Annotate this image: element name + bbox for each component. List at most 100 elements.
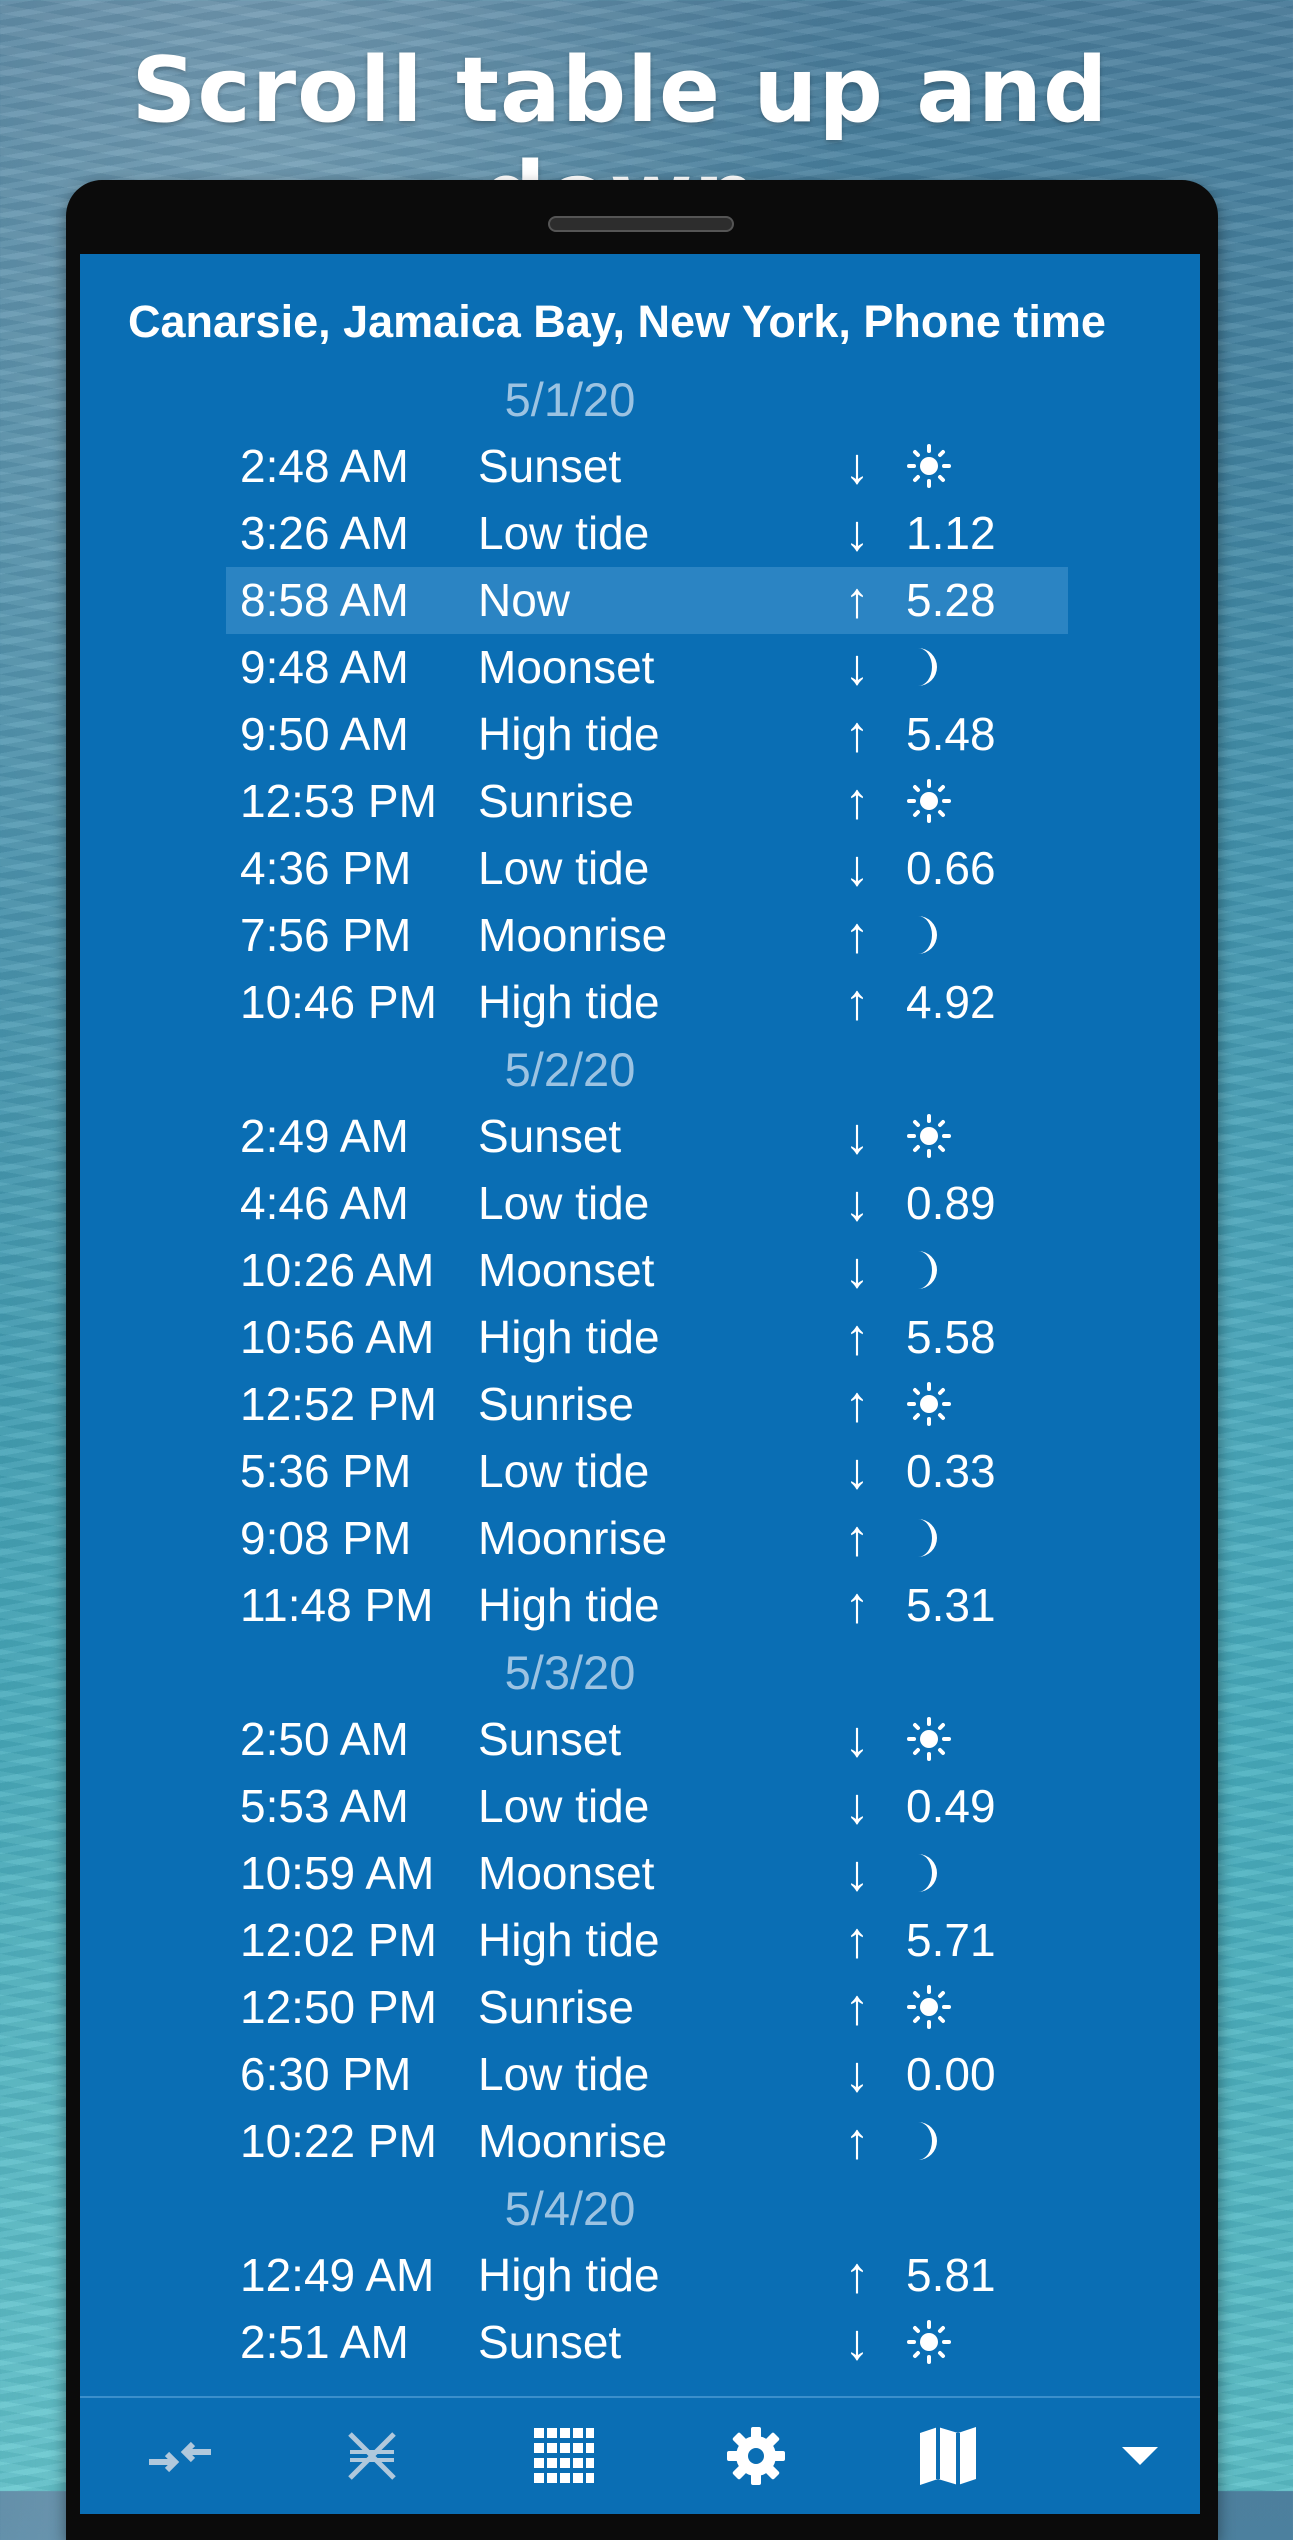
settings-button[interactable] xyxy=(696,2398,816,2514)
table-row[interactable]: 6:30 PM Low tide ↓ 0.00 xyxy=(80,2041,1200,2108)
tide-marker-button[interactable] xyxy=(312,2398,432,2514)
event-time: 4:36 PM xyxy=(240,842,412,894)
sun-icon xyxy=(907,2319,951,2364)
direction-arrow: ↑ xyxy=(844,2113,870,2169)
event-name: High tide xyxy=(478,2249,660,2301)
direction-arrow: ↑ xyxy=(844,1376,870,1432)
event-value xyxy=(906,2108,946,2175)
event-time: 10:22 PM xyxy=(240,2115,437,2167)
map-button[interactable] xyxy=(888,2398,1008,2514)
table-row[interactable]: 10:46 PM High tide ↑ 4.92 xyxy=(80,969,1200,1036)
direction-arrow: ↓ xyxy=(844,1242,870,1298)
event-name: Sunset xyxy=(478,1713,622,1765)
table-row-now[interactable]: 8:58 AM Now ↑ 5.28 xyxy=(80,567,1200,634)
table-row[interactable]: 2:49 AM Sunset ↓ xyxy=(80,1103,1200,1170)
grid-button[interactable] xyxy=(504,2398,624,2514)
event-value xyxy=(906,634,946,701)
event-time: 9:08 PM xyxy=(240,1512,412,1564)
direction-arrow: ↓ xyxy=(844,1175,870,1231)
event-time: 5:36 PM xyxy=(240,1445,412,1497)
event-name: Low tide xyxy=(478,842,650,894)
event-value: 0.66 xyxy=(906,842,996,894)
table-row[interactable]: 4:46 AM Low tide ↓ 0.89 xyxy=(80,1170,1200,1237)
table-row[interactable]: 10:59 AM Moonset ↓ xyxy=(80,1840,1200,1907)
direction-arrow: ↓ xyxy=(844,1108,870,1164)
direction-arrow: ↑ xyxy=(844,907,870,963)
event-value: 0.49 xyxy=(906,1780,996,1832)
table-row[interactable]: 4:36 PM Low tide ↓ 0.66 xyxy=(80,835,1200,902)
direction-arrow: ↓ xyxy=(844,1778,870,1834)
event-value xyxy=(906,1371,952,1438)
direction-arrow: ↑ xyxy=(844,1309,870,1365)
grid-icon xyxy=(534,2428,594,2483)
compress-button[interactable] xyxy=(120,2398,240,2514)
event-time: 10:46 PM xyxy=(240,976,437,1028)
table-row[interactable]: 3:26 AM Low tide ↓ 1.12 xyxy=(80,500,1200,567)
table-row[interactable]: 12:02 PM High tide ↑ 5.71 xyxy=(80,1907,1200,1974)
tide-marker-icon xyxy=(348,2432,396,2480)
sun-icon xyxy=(907,1113,951,1158)
event-value xyxy=(906,768,952,835)
table-row[interactable]: 2:51 AM Sunset ↓ xyxy=(80,2309,1200,2376)
table-row[interactable]: 2:50 AM Sunset ↓ xyxy=(80,1706,1200,1773)
event-time: 2:49 AM xyxy=(240,1110,409,1162)
event-name: Moonrise xyxy=(478,1512,668,1564)
event-name: Low tide xyxy=(478,1445,650,1497)
table-row[interactable]: 9:50 AM High tide ↑ 5.48 xyxy=(80,701,1200,768)
event-name: Low tide xyxy=(478,1780,650,1832)
table-row[interactable]: 12:50 PM Sunrise ↑ xyxy=(80,1974,1200,2041)
event-time: 9:50 AM xyxy=(240,708,409,760)
phone-speaker xyxy=(548,216,734,232)
bottom-toolbar xyxy=(80,2396,1200,2514)
table-row[interactable]: 12:52 PM Sunrise ↑ xyxy=(80,1371,1200,1438)
direction-arrow: ↑ xyxy=(844,2247,870,2303)
direction-arrow: ↑ xyxy=(844,974,870,1030)
gear-icon xyxy=(727,2427,785,2485)
moon-icon xyxy=(918,915,937,954)
table-row[interactable]: 7:56 PM Moonrise ↑ xyxy=(80,902,1200,969)
table-row[interactable]: 10:26 AM Moonset ↓ xyxy=(80,1237,1200,1304)
event-name: Low tide xyxy=(478,2048,650,2100)
event-time: 12:52 PM xyxy=(240,1378,437,1430)
event-name: High tide xyxy=(478,1311,660,1363)
event-name: Now xyxy=(478,574,571,626)
event-value: 0.00 xyxy=(906,2048,996,2100)
table-row[interactable]: 12:53 PM Sunrise ↑ xyxy=(80,768,1200,835)
table-row[interactable]: 10:22 PM Moonrise ↑ xyxy=(80,2108,1200,2175)
date-header: 5/4/20 xyxy=(504,2182,636,2235)
direction-arrow: ↑ xyxy=(844,773,870,829)
table-row[interactable]: 9:48 AM Moonset ↓ xyxy=(80,634,1200,701)
event-value xyxy=(906,1505,946,1572)
event-time: 2:50 AM xyxy=(240,1713,409,1765)
table-row[interactable]: 11:48 PM High tide ↑ 5.31 xyxy=(80,1572,1200,1639)
event-time: 8:58 AM xyxy=(240,574,409,626)
table-row[interactable]: 9:08 PM Moonrise ↑ xyxy=(80,1505,1200,1572)
dropdown-button[interactable] xyxy=(1080,2398,1200,2514)
table-row[interactable]: 12:49 AM High tide ↑ 5.81 xyxy=(80,2242,1200,2309)
app-screen[interactable]: Canarsie, Jamaica Bay, New York, Phone t… xyxy=(80,254,1200,2514)
event-time: 10:59 AM xyxy=(240,1847,435,1899)
event-value xyxy=(906,1706,952,1773)
event-name: Sunrise xyxy=(478,1981,634,2033)
event-name: High tide xyxy=(478,708,660,760)
event-time: 10:26 AM xyxy=(240,1244,435,1296)
event-time: 4:46 AM xyxy=(240,1177,409,1229)
tide-table[interactable]: 5/1/20 2:48 AM Sunset ↓ 3:26 AM Low tide ↓ 1.12… xyxy=(80,366,1200,2376)
table-row[interactable]: 5:36 PM Low tide ↓ 0.33 xyxy=(80,1438,1200,1505)
table-row[interactable]: 10:56 AM High tide ↑ 5.58 xyxy=(80,1304,1200,1371)
sun-icon xyxy=(907,1984,951,2029)
event-value xyxy=(906,2309,952,2376)
direction-arrow: ↓ xyxy=(844,2314,870,2370)
table-row[interactable]: 2:48 AM Sunset ↓ xyxy=(80,433,1200,500)
compress-icon xyxy=(149,2441,211,2473)
phone-frame: Canarsie, Jamaica Bay, New York, Phone t… xyxy=(66,180,1218,2540)
event-time: 2:51 AM xyxy=(240,2316,409,2368)
direction-arrow: ↑ xyxy=(844,1979,870,2035)
sun-icon xyxy=(907,443,951,488)
direction-arrow: ↓ xyxy=(844,1443,870,1499)
sun-icon xyxy=(907,1381,951,1426)
direction-arrow: ↓ xyxy=(844,438,870,494)
date-header: 5/1/20 xyxy=(504,373,636,426)
event-time: 9:48 AM xyxy=(240,641,409,693)
table-row[interactable]: 5:53 AM Low tide ↓ 0.49 xyxy=(80,1773,1200,1840)
